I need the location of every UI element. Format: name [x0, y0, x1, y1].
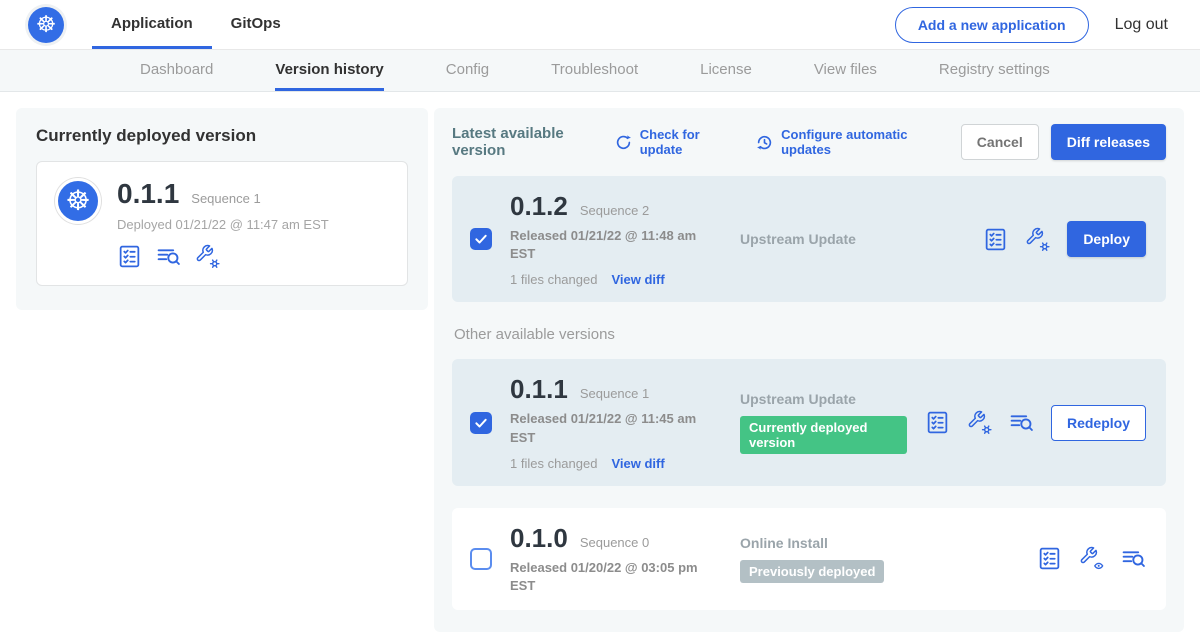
- add-application-button[interactable]: Add a new application: [895, 7, 1089, 43]
- diff-releases-button[interactable]: Diff releases: [1051, 124, 1166, 160]
- source-label: Upstream Update: [740, 391, 907, 407]
- sequence-label: Sequence 2: [580, 203, 649, 218]
- preflight-checks-icon[interactable]: [925, 410, 950, 435]
- version-number: 0.1.2: [510, 191, 568, 222]
- version-actions: [1037, 546, 1148, 571]
- version-source: Upstream Update: [740, 231, 965, 247]
- subnav-item-registry-settings[interactable]: Registry settings: [939, 50, 1050, 91]
- version-row-0-1-1: 0.1.1 Sequence 1 Released 01/21/22 @ 11:…: [452, 359, 1166, 485]
- edit-config-icon[interactable]: [195, 244, 220, 269]
- version-info: 0.1.2 Sequence 2 Released 01/21/22 @ 11:…: [510, 191, 722, 287]
- deploy-logs-icon[interactable]: [156, 244, 181, 269]
- version-source: Online Install Previously deployed: [740, 535, 1019, 583]
- view-diff-link[interactable]: View diff: [611, 272, 664, 287]
- available-versions-panel: Latest available version Check for updat…: [434, 108, 1184, 632]
- currently-deployed-panel: Currently deployed version ☸ 0.1.1 Seque…: [16, 108, 428, 310]
- subnav-item-view-files[interactable]: View files: [814, 50, 877, 91]
- configure-automatic-updates-link[interactable]: Configure automatic updates: [755, 127, 935, 157]
- view-diff-link[interactable]: View diff: [611, 456, 664, 471]
- version-number: 0.1.1: [510, 374, 568, 405]
- deploy-button[interactable]: Deploy: [1067, 221, 1146, 257]
- source-label: Upstream Update: [740, 231, 965, 247]
- app-sub-nav: Dashboard Version history Config Trouble…: [0, 50, 1200, 92]
- app-brand: ☸: [28, 0, 64, 49]
- subnav-item-config[interactable]: Config: [446, 50, 489, 91]
- version-row-0-1-2: 0.1.2 Sequence 2 Released 01/21/22 @ 11:…: [452, 176, 1166, 302]
- files-changed-label: 1 files changed: [510, 272, 597, 287]
- version-checkbox[interactable]: [470, 412, 492, 434]
- released-timestamp: Released 01/21/22 @ 11:48 am EST: [510, 227, 706, 263]
- view-config-icon[interactable]: [1079, 546, 1104, 571]
- deployed-version-card: ☸ 0.1.1 Sequence 1 Deployed 01/21/22 @ 1…: [36, 161, 408, 286]
- logout-button[interactable]: Log out: [1111, 16, 1172, 34]
- tab-application[interactable]: Application: [92, 0, 212, 49]
- tab-application-label: Application: [111, 15, 193, 32]
- subnav-item-troubleshoot[interactable]: Troubleshoot: [551, 50, 638, 91]
- check-for-update-link[interactable]: Check for update: [614, 127, 729, 157]
- subnav-item-license[interactable]: License: [700, 50, 752, 91]
- app-icon: ☸: [55, 178, 101, 224]
- currently-deployed-badge: Currently deployed version: [740, 416, 907, 454]
- tab-gitops-label: GitOps: [231, 15, 281, 32]
- released-timestamp: Released 01/20/22 @ 03:05 pm EST: [510, 559, 706, 595]
- version-actions: Deploy: [983, 221, 1148, 257]
- edit-config-icon[interactable]: [1025, 227, 1050, 252]
- configure-automatic-updates-label: Configure automatic updates: [781, 127, 935, 157]
- sequence-label: Sequence 0: [580, 535, 649, 550]
- app-icon-glyph: ☸: [65, 187, 90, 215]
- version-actions: Redeploy: [925, 405, 1148, 441]
- refresh-icon: [614, 133, 633, 152]
- check-for-update-label: Check for update: [640, 127, 729, 157]
- subnav-item-version-history[interactable]: Version history: [275, 50, 383, 91]
- version-checkbox[interactable]: [470, 228, 492, 250]
- tab-gitops[interactable]: GitOps: [212, 0, 300, 49]
- edit-config-icon[interactable]: [967, 410, 992, 435]
- version-number: 0.1.0: [510, 523, 568, 554]
- main-content: Currently deployed version ☸ 0.1.1 Seque…: [0, 92, 1200, 634]
- clock-refresh-icon: [755, 133, 774, 152]
- version-row-0-1-0: 0.1.0 Sequence 0 Released 01/20/22 @ 03:…: [452, 508, 1166, 610]
- version-info: 0.1.1 Sequence 1 Released 01/21/22 @ 11:…: [510, 374, 722, 470]
- kubernetes-logo-glyph: ☸: [36, 13, 57, 36]
- kubernetes-logo-icon: ☸: [28, 7, 64, 43]
- deployed-timestamp: Deployed 01/21/22 @ 11:47 am EST: [117, 217, 329, 232]
- preflight-checks-icon[interactable]: [1037, 546, 1062, 571]
- version-info: 0.1.0 Sequence 0 Released 01/20/22 @ 03:…: [510, 523, 722, 595]
- deployed-panel-title: Currently deployed version: [36, 126, 408, 146]
- top-nav-spacer: [300, 0, 895, 49]
- previously-deployed-badge: Previously deployed: [740, 560, 884, 583]
- subnav-item-dashboard[interactable]: Dashboard: [140, 50, 213, 91]
- cancel-button[interactable]: Cancel: [961, 124, 1039, 160]
- version-source: Upstream Update Currently deployed versi…: [740, 391, 907, 454]
- latest-version-header: Latest available version Check for updat…: [452, 124, 1166, 160]
- files-changed-label: 1 files changed: [510, 456, 597, 471]
- deploy-logs-icon[interactable]: [1121, 546, 1146, 571]
- preflight-checks-icon[interactable]: [117, 244, 142, 269]
- preflight-checks-icon[interactable]: [983, 227, 1008, 252]
- deployed-version-number: 0.1.1: [117, 178, 179, 210]
- latest-version-title: Latest available version: [452, 125, 600, 159]
- source-label: Online Install: [740, 535, 1019, 551]
- other-versions-title: Other available versions: [454, 326, 1166, 343]
- sequence-label: Sequence 1: [580, 386, 649, 401]
- version-checkbox[interactable]: [470, 548, 492, 570]
- deployed-sequence-label: Sequence 1: [191, 191, 260, 206]
- deployed-version-details: 0.1.1 Sequence 1 Deployed 01/21/22 @ 11:…: [117, 178, 329, 269]
- released-timestamp: Released 01/21/22 @ 11:45 am EST: [510, 410, 706, 446]
- deploy-logs-icon[interactable]: [1009, 410, 1034, 435]
- redeploy-button[interactable]: Redeploy: [1051, 405, 1146, 441]
- top-nav: ☸ Application GitOps Add a new applicati…: [0, 0, 1200, 50]
